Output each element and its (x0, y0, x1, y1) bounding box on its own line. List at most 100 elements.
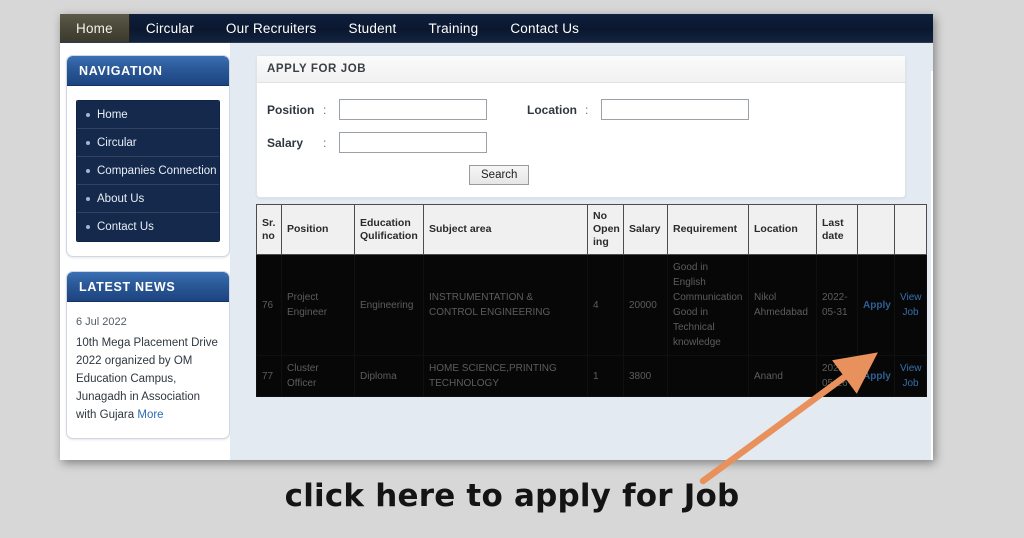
cell-location: Nikol Ahmedabad (748, 254, 817, 356)
cell-location: Anand (748, 355, 817, 397)
location-label: Location (527, 102, 577, 117)
page-right-edge (931, 71, 933, 460)
news-text: 10th Mega Placement Drive 2022 organized… (76, 334, 220, 424)
sidebar-item-contact-us[interactable]: Contact Us (77, 213, 219, 241)
page-body: NAVIGATION Home Circular Companies Conne… (60, 43, 933, 460)
cell-sr-no: 77 (256, 355, 282, 397)
screenshot-root: Home Circular Our Recruiters Student Tra… (0, 0, 1024, 538)
navigation-list: Home Circular Companies Connection About… (76, 100, 220, 242)
salary-colon: : (323, 135, 327, 150)
col-header-requirement: Requirement (667, 204, 749, 255)
main-content: APPLY FOR JOB Position : Location : Sala… (256, 43, 933, 460)
apply-link[interactable]: Apply (863, 300, 891, 311)
sidebar: NAVIGATION Home Circular Companies Conne… (62, 43, 230, 460)
col-header-salary: Salary (623, 204, 668, 255)
navigation-panel-title: NAVIGATION (67, 56, 229, 86)
col-header-no-opening: No Open ing (587, 204, 624, 255)
cell-no-opening: 4 (587, 254, 624, 356)
bullet-icon (86, 112, 90, 117)
col-header-location: Location (748, 204, 817, 255)
cell-view-job: View Job (894, 254, 927, 356)
cell-position: Project Engineer (281, 254, 355, 356)
cell-requirement (667, 355, 749, 397)
cell-no-opening: 1 (587, 355, 624, 397)
topnav-label-contact-us: Contact Us (510, 20, 580, 36)
apply-for-job-card: APPLY FOR JOB Position : Location : Sala… (256, 55, 906, 198)
news-date: 6 Jul 2022 (76, 316, 127, 328)
sidebar-item-about-us[interactable]: About Us (77, 185, 219, 213)
cell-subject-area: HOME SCIENCE,PRINTING TECHNOLOGY (423, 355, 588, 397)
topnav-label-our-recruiters: Our Recruiters (225, 20, 317, 36)
cell-salary: 20000 (623, 254, 668, 356)
cell-salary: 3800 (623, 355, 668, 397)
col-header-last-date: Last date (816, 204, 858, 255)
topnav-item-training[interactable]: Training (412, 14, 494, 42)
latest-news-panel: LATEST NEWS 6 Jul 2022 10th Mega Placeme… (66, 271, 230, 439)
form-row-position-location: Position : Location : (267, 99, 895, 120)
salary-label: Salary (267, 135, 304, 150)
annotation-caption: click here to apply for Job (284, 478, 740, 514)
col-header-sr-no: Sr. no (256, 204, 282, 255)
job-results-table: Sr. no Position Education Qulification S… (256, 204, 927, 397)
cell-last-date: 2022-05-26 (816, 355, 858, 397)
cell-education: Diploma (354, 355, 424, 397)
bullet-icon (86, 225, 90, 229)
view-job-link[interactable]: View Job (900, 363, 922, 389)
cell-sr-no: 76 (256, 254, 282, 356)
apply-link[interactable]: Apply (863, 371, 891, 382)
table-body: 76 Project Engineer Engineering INSTRUME… (256, 254, 927, 397)
col-header-education-qualification: Education Qulification (354, 204, 424, 255)
topnav-item-circular[interactable]: Circular (130, 14, 210, 42)
sidebar-item-circular[interactable]: Circular (77, 129, 219, 157)
cell-requirement: Good in English Communication Good in Te… (667, 254, 749, 356)
form-row-salary: Salary : (267, 132, 895, 153)
cell-last-date: 2022-05-31 (816, 254, 858, 356)
topnav-item-our-recruiters[interactable]: Our Recruiters (210, 14, 333, 42)
sidebar-item-companies-connection[interactable]: Companies Connection (77, 157, 219, 185)
position-colon: : (323, 102, 327, 117)
topnav-label-training: Training (428, 20, 479, 36)
topnav-item-contact-us[interactable]: Contact Us (494, 14, 595, 42)
table-header-row: Sr. no Position Education Qulification S… (256, 204, 927, 255)
navigation-panel: NAVIGATION Home Circular Companies Conne… (66, 55, 230, 257)
latest-news-body: 6 Jul 2022 10th Mega Placement Drive 202… (67, 302, 229, 438)
col-header-position: Position (281, 204, 355, 255)
topnav-item-student[interactable]: Student (333, 14, 413, 42)
col-header-apply (857, 204, 895, 255)
table-header: Sr. no Position Education Qulification S… (256, 204, 927, 255)
topnav-label-student: Student (348, 20, 397, 36)
topnav-item-home[interactable]: Home (60, 14, 130, 42)
bullet-icon (86, 168, 90, 173)
sidebar-item-home[interactable]: Home (77, 101, 219, 129)
table-row: 77 Cluster Officer Diploma HOME SCIENCE,… (256, 355, 927, 397)
website-screenshot: Home Circular Our Recruiters Student Tra… (60, 14, 933, 460)
sidebar-item-label-companies-connection: Companies Connection (97, 164, 217, 177)
sidebar-item-label-circular: Circular (97, 136, 137, 149)
position-label: Position (267, 102, 315, 117)
topnav-label-home: Home (76, 20, 113, 36)
job-results-table-wrap: Sr. no Position Education Qulification S… (256, 204, 927, 397)
sidebar-item-label-home: Home (97, 108, 128, 121)
search-form: Position : Location : Salary : Search (257, 83, 905, 197)
cell-position: Cluster Officer (281, 355, 355, 397)
cell-education: Engineering (354, 254, 424, 356)
view-job-link[interactable]: View Job (900, 292, 922, 318)
cell-apply: Apply (857, 355, 895, 397)
sidebar-item-label-contact-us: Contact Us (97, 221, 154, 233)
position-input[interactable] (339, 99, 487, 120)
news-more-link[interactable]: More (137, 409, 163, 421)
bullet-icon (86, 140, 90, 145)
location-input[interactable] (601, 99, 749, 120)
search-button-wrap: Search (267, 165, 895, 185)
search-button[interactable]: Search (469, 165, 530, 185)
col-header-subject-area: Subject area (423, 204, 588, 255)
cell-view-job: View Job (894, 355, 927, 397)
sidebar-item-label-about-us: About Us (97, 192, 145, 205)
cell-subject-area: INSTRUMENTATION & CONTROL ENGINEERING (423, 254, 588, 356)
navigation-panel-body: Home Circular Companies Connection About… (67, 86, 229, 256)
table-row: 76 Project Engineer Engineering INSTRUME… (256, 254, 927, 356)
location-colon: : (585, 102, 589, 117)
salary-input[interactable] (339, 132, 487, 153)
cell-apply: Apply (857, 254, 895, 356)
top-navigation-bar: Home Circular Our Recruiters Student Tra… (60, 14, 933, 43)
